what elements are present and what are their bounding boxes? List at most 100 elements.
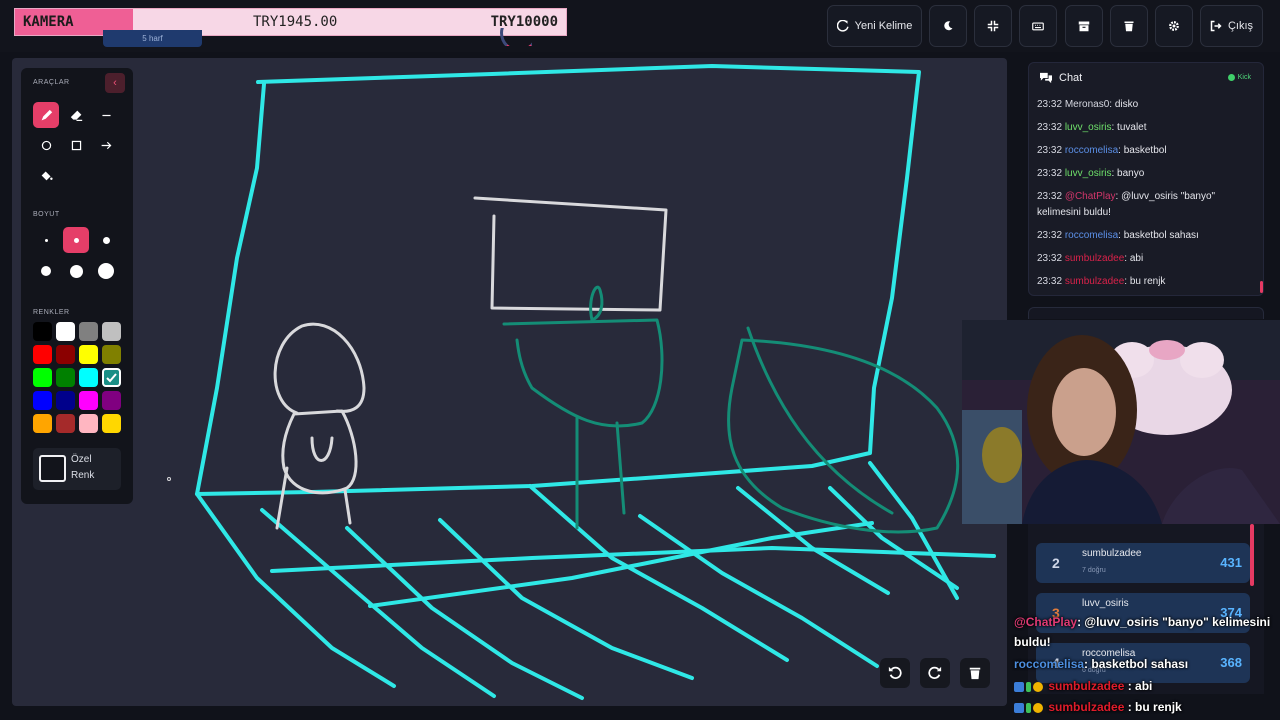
size-option-6[interactable] — [93, 258, 119, 284]
size-option-4[interactable] — [33, 258, 59, 284]
chat-header: Chat — [1039, 72, 1082, 84]
stroke-floor-line — [828, 486, 959, 590]
line-icon — [101, 114, 111, 116]
chat-message-user[interactable]: roccomelisa — [1065, 145, 1118, 156]
color-swatch[interactable] — [102, 345, 121, 364]
chat-message-user[interactable]: sumbulzadee — [1065, 253, 1124, 264]
leaderboard-scrollbar[interactable] — [1250, 524, 1254, 586]
chat-message-text: : banyo — [1111, 168, 1145, 179]
dark-mode-button[interactable] — [929, 5, 967, 47]
stroke-room-outline — [195, 64, 921, 496]
size-section-title: BOYUT — [33, 211, 60, 218]
chat-message: 23:32 sumbulzadee: abi — [1037, 251, 1241, 267]
tool-circle[interactable] — [33, 132, 59, 158]
exit-button[interactable]: Çıkış — [1200, 5, 1263, 47]
chat-message-user[interactable]: sumbulzadee — [1065, 276, 1124, 287]
chat-message-text: : @luvv_osiris "banyo" kelimesini buldu! — [1037, 191, 1216, 218]
color-swatch[interactable] — [102, 368, 121, 387]
chat-message-time: 23:32 — [1037, 99, 1063, 110]
archive-icon — [1078, 21, 1090, 32]
color-swatch[interactable] — [56, 391, 75, 410]
tool-pen[interactable] — [33, 102, 59, 128]
clear-canvas-button[interactable] — [960, 658, 990, 688]
color-swatch[interactable] — [56, 414, 75, 433]
donation-label: KAMERA — [23, 14, 74, 30]
color-swatch[interactable] — [102, 414, 121, 433]
app-root: KAMERA TRY1945.00 TRY10000 5 harf Yeni K… — [0, 0, 1280, 720]
collapse-panel-button[interactable]: ‹ — [105, 73, 125, 93]
color-swatch[interactable] — [33, 368, 52, 387]
chat-message: 23:32 sumbulzadee: bu renjk — [1037, 274, 1241, 290]
tool-fill[interactable] — [33, 162, 59, 188]
exit-label: Çıkış — [1227, 20, 1254, 32]
chat-message: 23:32 Meronas0: disko — [1037, 97, 1241, 113]
overlay-chat-user: roccomelisa — [1014, 657, 1085, 671]
chat-message-text: : tuvalet — [1111, 122, 1147, 133]
color-swatch[interactable] — [33, 345, 52, 364]
color-swatch[interactable] — [33, 414, 52, 433]
chat-message-user[interactable]: luvv_osiris — [1065, 122, 1112, 133]
chat-scrollbar[interactable] — [1260, 281, 1263, 293]
timer-ring — [500, 28, 532, 46]
settings-button[interactable] — [1155, 5, 1193, 47]
color-swatch[interactable] — [102, 391, 121, 410]
size-option-3[interactable] — [93, 227, 119, 253]
comments-icon — [1040, 72, 1052, 84]
chat-title: Chat — [1059, 72, 1083, 84]
chat-message-text: : basketbol sahası — [1118, 230, 1199, 241]
color-swatch[interactable] — [56, 322, 75, 341]
archive-button[interactable] — [1065, 5, 1103, 47]
color-swatch[interactable] — [79, 391, 98, 410]
stroke-toilet-tank — [273, 322, 366, 415]
leaderboard-panel-header — [1028, 307, 1264, 319]
overlay-chat-line: sumbulzadee : abi — [1014, 676, 1280, 697]
webcam-overlay — [962, 320, 1280, 524]
custom-color-label-2: Renk — [71, 470, 95, 481]
chat-message-time: 23:32 — [1037, 145, 1063, 156]
color-swatch[interactable] — [79, 414, 98, 433]
color-swatch[interactable] — [33, 391, 52, 410]
keyboard-icon — [1032, 22, 1044, 31]
stream-chat-overlay: @ChatPlay: @luvv_osiris "banyo" kelimesi… — [1014, 612, 1280, 718]
undo-button[interactable] — [880, 658, 910, 688]
drawing-canvas[interactable] — [12, 58, 1007, 706]
tools-panel: ARAÇLAR ‹ BOYUT RENKLER Özel Renk — [21, 68, 133, 504]
new-word-button[interactable]: Yeni Kelime — [827, 5, 922, 47]
stroke-toilet-seat — [310, 436, 334, 462]
webcam-video — [962, 320, 1280, 524]
color-swatch[interactable] — [56, 368, 75, 387]
chat-message-user[interactable]: Meronas0 — [1065, 99, 1109, 110]
color-swatch[interactable] — [56, 345, 75, 364]
redo-button[interactable] — [920, 658, 950, 688]
chat-message-user[interactable]: roccomelisa — [1065, 230, 1118, 241]
user-badges-icon — [1014, 677, 1045, 697]
chat-message-user[interactable]: @ChatPlay — [1065, 191, 1116, 202]
tool-rectangle[interactable] — [63, 132, 89, 158]
tool-line[interactable] — [93, 102, 119, 128]
chat-message-user[interactable]: luvv_osiris — [1065, 168, 1112, 179]
color-swatch[interactable] — [102, 322, 121, 341]
compress-button[interactable] — [974, 5, 1012, 47]
chat-message: 23:32 luvv_osiris: banyo — [1037, 166, 1241, 182]
custom-color-button[interactable]: Özel Renk — [33, 448, 121, 490]
size-option-1[interactable] — [33, 227, 59, 253]
leaderboard-name: luvv_osiris — [1082, 598, 1129, 609]
leaderboard-name: sumbulzadee — [1082, 548, 1142, 559]
color-swatch[interactable] — [79, 345, 98, 364]
top-bar: KAMERA TRY1945.00 TRY10000 5 harf Yeni K… — [0, 0, 1280, 52]
chat-message-text: : disko — [1109, 99, 1139, 110]
trash-icon — [969, 667, 981, 680]
size-option-5[interactable] — [63, 258, 89, 284]
color-swatch[interactable] — [33, 322, 52, 341]
delete-button[interactable] — [1110, 5, 1148, 47]
keyboard-button[interactable] — [1019, 5, 1057, 47]
stroke-mirror — [473, 196, 668, 312]
chevron-left-icon: ‹ — [113, 77, 117, 89]
color-swatch[interactable] — [79, 368, 98, 387]
tool-arrow[interactable] — [93, 132, 119, 158]
tool-eraser[interactable] — [63, 102, 89, 128]
size-option-2[interactable] — [63, 227, 89, 253]
redo-icon — [928, 666, 942, 679]
overlay-chat-user: sumbulzadee — [1048, 679, 1125, 693]
color-swatch[interactable] — [79, 322, 98, 341]
